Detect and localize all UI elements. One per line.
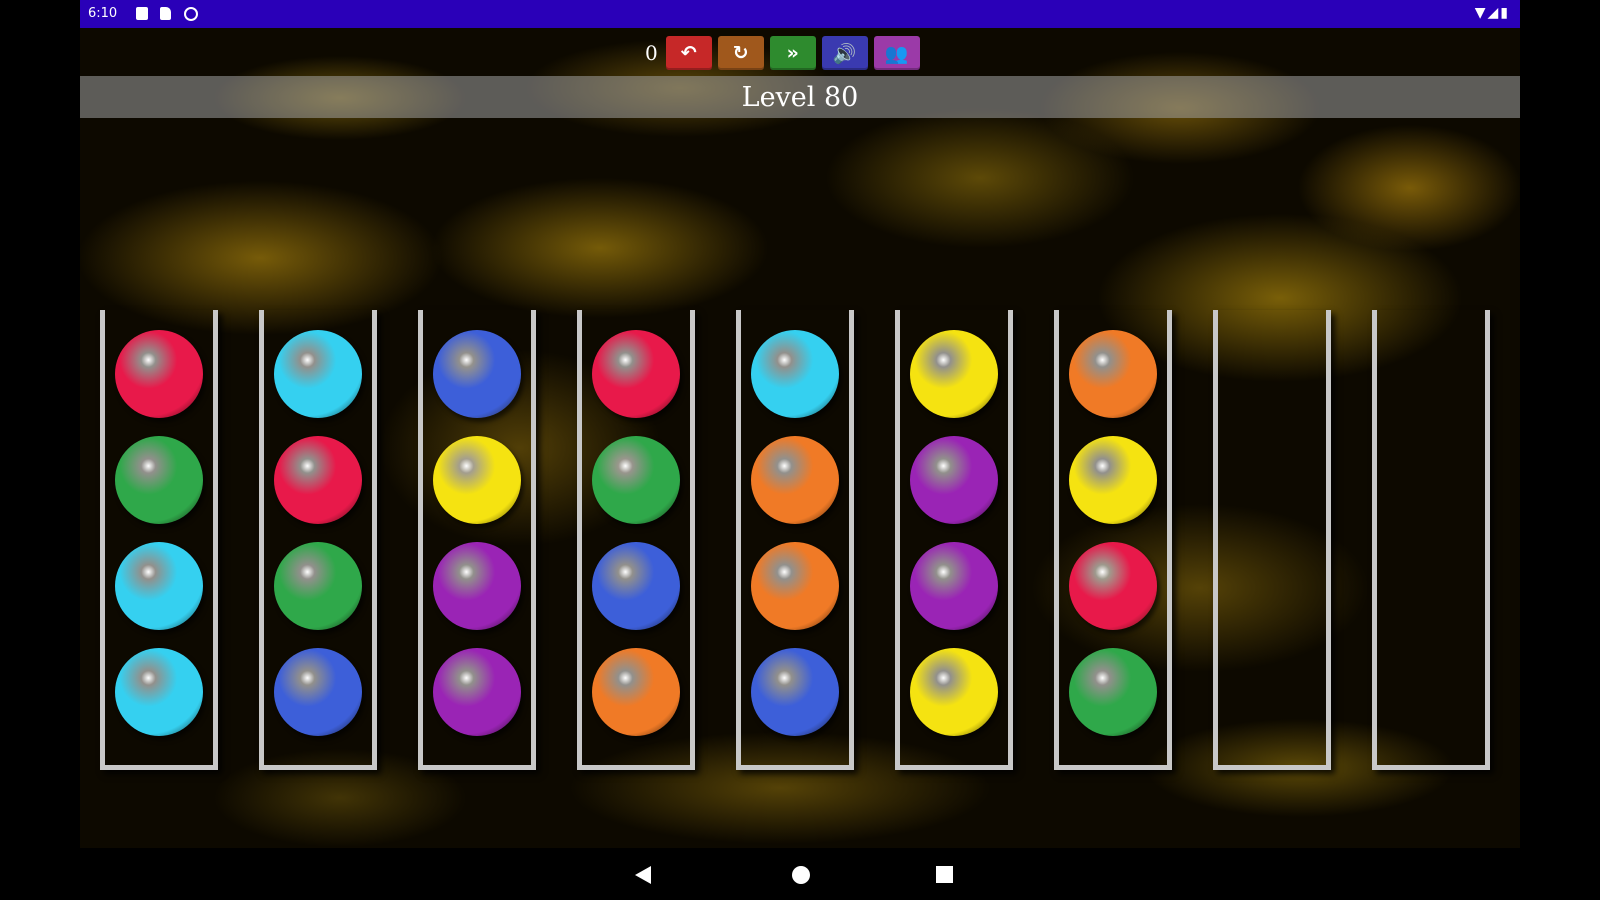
- ball-yellow[interactable]: [433, 436, 521, 524]
- home-icon[interactable]: [792, 866, 810, 884]
- ball-orange[interactable]: [751, 436, 839, 524]
- players-button[interactable]: 👥: [873, 36, 920, 70]
- ball-purple[interactable]: [910, 542, 998, 630]
- status-right-icons: ▼◢▮: [1475, 5, 1510, 21]
- tube-6[interactable]: [895, 310, 1013, 770]
- battery-icon: ▮: [1500, 5, 1510, 21]
- ball-yellow[interactable]: [910, 330, 998, 418]
- sound-button[interactable]: 🔊: [821, 36, 868, 70]
- ball-red[interactable]: [274, 436, 362, 524]
- ball-red[interactable]: [1069, 542, 1157, 630]
- ball-red[interactable]: [115, 330, 203, 418]
- ball-green[interactable]: [274, 542, 362, 630]
- tube-3[interactable]: [418, 310, 536, 770]
- ball-purple[interactable]: [910, 436, 998, 524]
- restart-button[interactable]: ↻: [717, 36, 764, 70]
- tube-8[interactable]: [1213, 310, 1331, 770]
- ball-blue[interactable]: [433, 330, 521, 418]
- tube-7[interactable]: [1054, 310, 1172, 770]
- ball-cyan[interactable]: [115, 648, 203, 736]
- navigation-bar: [80, 848, 1520, 900]
- move-counter: 0: [645, 41, 658, 65]
- ball-green[interactable]: [1069, 648, 1157, 736]
- sd-card-icon: [160, 7, 171, 20]
- ball-yellow[interactable]: [910, 648, 998, 736]
- ball-green[interactable]: [592, 436, 680, 524]
- users-icon: 👥: [884, 42, 909, 65]
- ball-blue[interactable]: [751, 648, 839, 736]
- ball-cyan[interactable]: [115, 542, 203, 630]
- ball-cyan[interactable]: [274, 330, 362, 418]
- ball-cyan[interactable]: [751, 330, 839, 418]
- ball-purple[interactable]: [433, 542, 521, 630]
- ball-orange[interactable]: [1069, 330, 1157, 418]
- level-banner: Level 80: [80, 76, 1520, 118]
- ball-green[interactable]: [115, 436, 203, 524]
- ball-orange[interactable]: [592, 648, 680, 736]
- game-toolbar: 0 ↶ ↻ » 🔊 👥: [645, 36, 920, 70]
- signal-icon: ◢: [1487, 5, 1501, 21]
- status-bar: 6:10 ▼◢▮: [80, 0, 1520, 28]
- tube-1[interactable]: [100, 310, 218, 770]
- undo-button[interactable]: ↶: [665, 36, 712, 70]
- ball-red[interactable]: [592, 330, 680, 418]
- restart-icon: ↻: [732, 42, 749, 64]
- tube-5[interactable]: [736, 310, 854, 770]
- level-title: Level 80: [741, 81, 859, 113]
- speaker-icon: 🔊: [832, 42, 857, 65]
- status-time: 6:10: [88, 6, 118, 21]
- fast-forward-icon: »: [786, 42, 799, 64]
- notification-square-icon: [136, 7, 148, 20]
- sync-icon: [184, 7, 198, 21]
- back-icon[interactable]: [635, 866, 651, 884]
- ball-blue[interactable]: [592, 542, 680, 630]
- skip-button[interactable]: »: [769, 36, 816, 70]
- ball-purple[interactable]: [433, 648, 521, 736]
- game-screen: 6:10 ▼◢▮ 0 ↶ ↻ » 🔊 👥 Level 80: [80, 0, 1520, 900]
- undo-icon: ↶: [680, 42, 697, 64]
- recents-icon[interactable]: [936, 866, 953, 883]
- tube-4[interactable]: [577, 310, 695, 770]
- ball-yellow[interactable]: [1069, 436, 1157, 524]
- tube-9[interactable]: [1372, 310, 1490, 770]
- wifi-icon: ▼: [1474, 5, 1488, 21]
- ball-orange[interactable]: [751, 542, 839, 630]
- ball-blue[interactable]: [274, 648, 362, 736]
- tube-2[interactable]: [259, 310, 377, 770]
